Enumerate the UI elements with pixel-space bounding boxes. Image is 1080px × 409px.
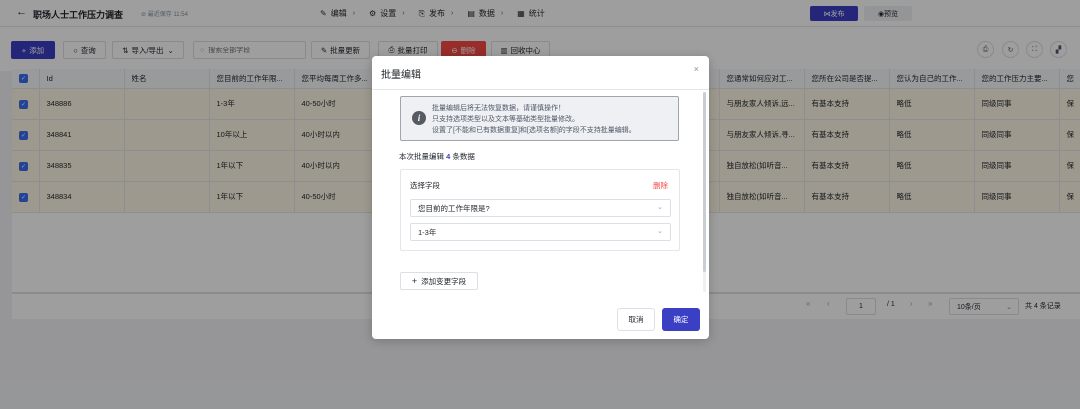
close-icon[interactable]: × [694, 64, 699, 74]
value-select-value: 1-3年 [418, 227, 437, 237]
add-field-label: 添加变更字段 [421, 276, 467, 286]
cancel-button[interactable]: 取消 [617, 308, 655, 331]
chevron-down-icon: ⌄ [657, 228, 663, 235]
confirm-button[interactable]: 确定 [662, 308, 700, 331]
dialog-body: i 批量编辑后将无法恢复数据，请谨慎操作！ 只支持选项类型以及文本等基础类型批量… [381, 90, 701, 300]
dialog-title: 批量编辑 [381, 70, 421, 81]
notice-line: 设置了[不能和已有数据重复]和[选项名额]的字段不支持批量编辑。 [432, 127, 636, 134]
add-change-field-button[interactable]: + 添加变更字段 [400, 272, 478, 290]
count-prefix: 本次批量编辑 [399, 152, 444, 161]
notice-line: 批量编辑后将无法恢复数据，请谨慎操作！ [432, 105, 565, 112]
warning-notice: i 批量编辑后将无法恢复数据，请谨慎操作！ 只支持选项类型以及文本等基础类型批量… [400, 96, 679, 141]
count-value: 4 [446, 152, 451, 161]
field-label: 选择字段 [410, 181, 440, 190]
field-select-value: 您目前的工作年限是? [418, 203, 490, 213]
count-suffix: 条数据 [452, 152, 475, 161]
value-select[interactable]: 1-3年 ⌄ [410, 223, 671, 241]
info-icon: i [412, 111, 426, 125]
field-card: 选择字段 删除 您目前的工作年限是? ⌄ 1-3年 ⌄ [400, 169, 680, 251]
notice-line: 只支持选项类型以及文本等基础类型批量修改。 [432, 116, 579, 123]
batch-edit-dialog: 批量编辑 × i 批量编辑后将无法恢复数据，请谨慎操作！ 只支持选项类型以及文本… [372, 56, 709, 339]
record-count: 本次批量编辑 4 条数据 [399, 151, 475, 162]
scrollbar-thumb[interactable] [703, 92, 706, 272]
field-select[interactable]: 您目前的工作年限是? ⌄ [410, 199, 671, 217]
chevron-down-icon: ⌄ [657, 204, 663, 211]
delete-field-link[interactable]: 删除 [653, 180, 668, 191]
plus-icon: + [411, 276, 418, 286]
